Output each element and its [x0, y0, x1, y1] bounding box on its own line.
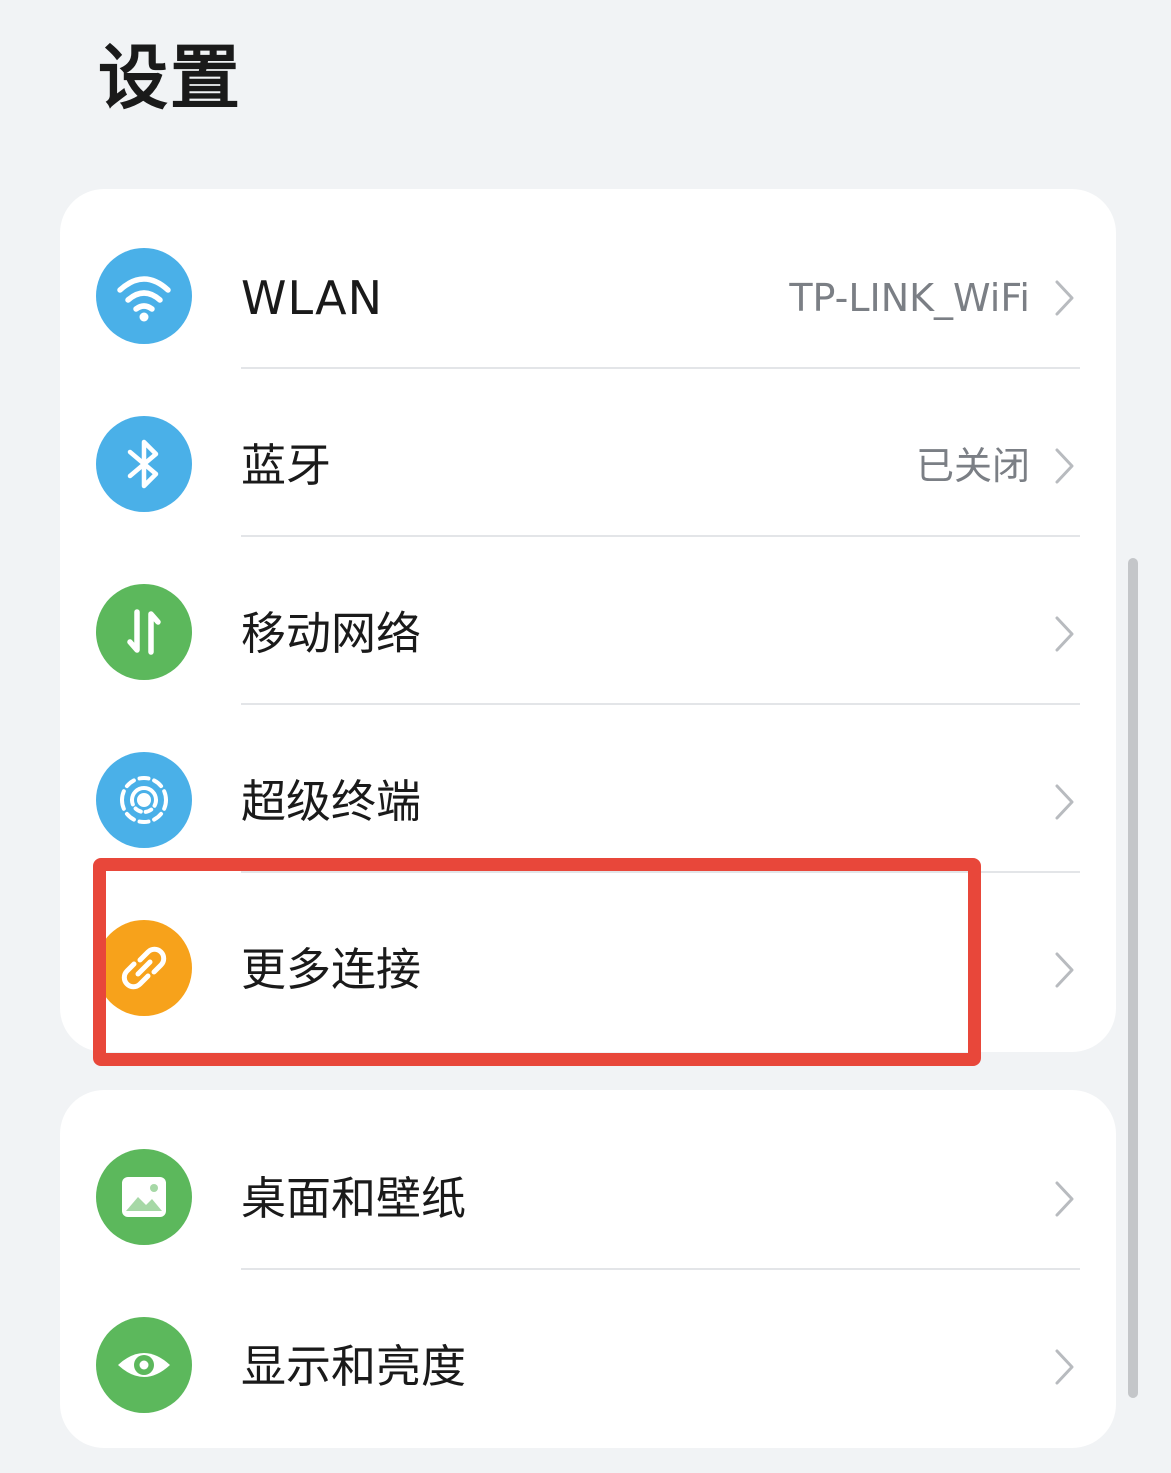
- chevron-right-icon: [1055, 784, 1074, 820]
- settings-item-display-brightness[interactable]: 显示和亮度: [60, 1270, 1116, 1438]
- wallpaper-icon: [96, 1149, 192, 1245]
- settings-item-label: 超级终端: [241, 775, 422, 828]
- chevron-right-icon: [1055, 280, 1074, 316]
- eye-icon: [96, 1317, 192, 1413]
- mobile-data-icon: [96, 584, 192, 680]
- bluetooth-icon: [96, 416, 192, 512]
- settings-item-super-device[interactable]: 超级终端: [60, 705, 1116, 873]
- settings-item-mobile-network[interactable]: 移动网络: [60, 537, 1116, 705]
- settings-item-label: 显示和亮度: [241, 1340, 467, 1393]
- chevron-right-icon: [1055, 616, 1074, 652]
- settings-item-label: WLAN: [241, 271, 384, 325]
- scrollbar[interactable]: [1128, 558, 1138, 1398]
- settings-item-value: TP-LINK_WiFi: [789, 276, 1030, 320]
- wifi-icon: [96, 248, 192, 344]
- settings-item-more-connections[interactable]: 更多连接: [60, 873, 1116, 1041]
- settings-item-home-wallpaper[interactable]: 桌面和壁纸: [60, 1102, 1116, 1270]
- settings-item-bluetooth[interactable]: 蓝牙 已关闭: [60, 369, 1116, 537]
- page-title: 设置: [98, 37, 242, 119]
- chevron-right-icon: [1055, 1181, 1074, 1217]
- settings-item-label: 桌面和壁纸: [241, 1172, 467, 1225]
- link-icon: [96, 920, 192, 1016]
- settings-item-label: 更多连接: [241, 943, 422, 996]
- chevron-right-icon: [1055, 448, 1074, 484]
- settings-group-connectivity: WLAN TP-LINK_WiFi 蓝牙 已关闭 移动网络 超级终端 更多连接: [60, 189, 1116, 1052]
- chevron-right-icon: [1055, 1349, 1074, 1385]
- chevron-right-icon: [1055, 952, 1074, 988]
- settings-item-value: 已关闭: [915, 444, 1030, 488]
- settings-item-wlan[interactable]: WLAN TP-LINK_WiFi: [60, 201, 1116, 369]
- settings-item-label: 蓝牙: [241, 439, 332, 492]
- settings-item-label: 移动网络: [241, 607, 422, 660]
- settings-group-display: 桌面和壁纸 显示和亮度: [60, 1090, 1116, 1448]
- super-device-icon: [96, 752, 192, 848]
